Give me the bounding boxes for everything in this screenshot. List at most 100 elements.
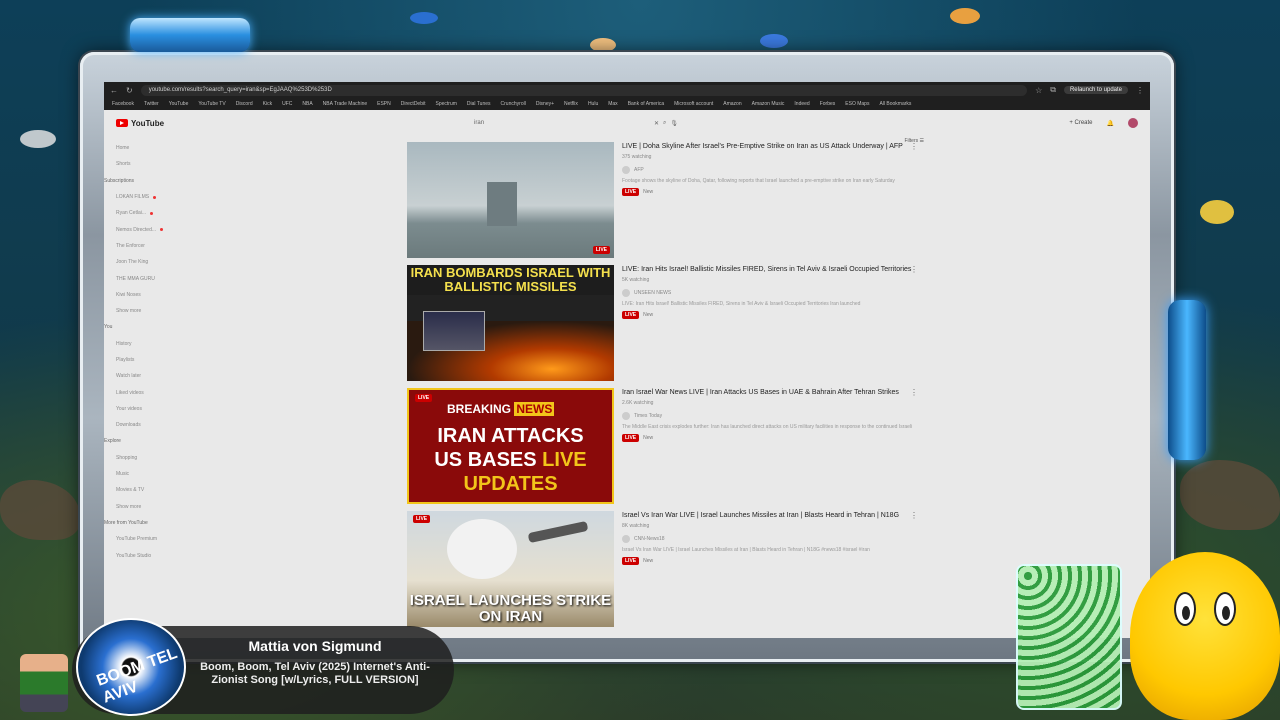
notifications-icon[interactable]: 🔔	[1107, 120, 1114, 127]
bookmark-item[interactable]: NBA Trade Machine	[323, 101, 367, 107]
video-thumbnail[interactable]: LIVE ISRAEL LAUNCHES STRIKE ON IRAN	[407, 511, 614, 627]
mic-icon[interactable]: 🎙	[670, 120, 678, 127]
bookmark-item[interactable]: Discord	[236, 101, 253, 107]
youtube-logo[interactable]: YouTube	[116, 119, 164, 128]
bookmark-item[interactable]: Indeed	[794, 101, 809, 107]
sidebar-item[interactable]: Home	[116, 140, 194, 156]
search-input[interactable]: iran	[474, 120, 650, 126]
sidebar-item[interactable]: Your videos	[116, 401, 194, 417]
channel-link[interactable]: Times Today	[622, 412, 912, 420]
sidebar-item[interactable]: Nemos Directed...	[116, 221, 194, 237]
channel-link[interactable]: CNN-News18	[622, 535, 912, 543]
bookmark-item[interactable]: NBA	[302, 101, 312, 107]
sidebar-item[interactable]: YouTube Studio	[116, 547, 194, 563]
sidebar-section-header[interactable]: Explore	[104, 433, 194, 449]
sidebar-item[interactable]: Playlists	[116, 352, 194, 368]
sidebar-section-header[interactable]: More from YouTube	[104, 515, 194, 531]
sidebar-item[interactable]: Liked videos	[116, 384, 194, 400]
video-title[interactable]: Iran Israel War News LIVE | Iran Attacks…	[622, 388, 912, 398]
bookmark-item[interactable]: UFC	[282, 101, 292, 107]
video-title[interactable]: LIVE | Doha Skyline After Israel's Pre-E…	[622, 142, 912, 152]
bookmark-item[interactable]: Bank of America	[628, 101, 664, 107]
sidebar-item[interactable]: Shopping	[116, 450, 194, 466]
sidebar-item[interactable]: Show more	[116, 303, 194, 319]
video-result[interactable]: LIVE BREAKING NEWS IRAN ATTACKS US BASES…	[407, 388, 927, 504]
video-title[interactable]: Israel Vs Iran War LIVE | Israel Launche…	[622, 511, 912, 521]
sidebar-item[interactable]: Downloads	[116, 417, 194, 433]
video-result[interactable]: LIVE ISRAEL LAUNCHES STRIKE ON IRAN Isra…	[407, 511, 927, 627]
avatar[interactable]	[1128, 118, 1138, 128]
bookmark-item[interactable]: ESO Maps	[845, 101, 869, 107]
sidebar-item-label: History	[116, 340, 132, 347]
bookmark-item[interactable]: Hulu	[588, 101, 598, 107]
sidebar-section-header[interactable]: You	[104, 319, 194, 335]
address-bar[interactable]: youtube.com/results?search_query=iran&sp…	[140, 84, 1028, 96]
live-dot-icon	[153, 195, 157, 199]
sidebar-item[interactable]: Kiwi Noses	[116, 287, 194, 303]
browser-window: ← ↻ youtube.com/results?search_query=ira…	[104, 82, 1150, 638]
bookmark-item[interactable]: Microsoft account	[674, 101, 713, 107]
back-icon[interactable]: ←	[110, 86, 118, 95]
reload-icon[interactable]: ↻	[126, 86, 133, 95]
search-icon[interactable]: ⌕	[663, 120, 666, 127]
sidebar-item-label: The Enforcer	[116, 242, 145, 249]
sidebar-item[interactable]: YouTube Premium	[116, 531, 194, 547]
sidebar-item[interactable]: The Enforcer	[116, 238, 194, 254]
sidebar-item-label: Your videos	[116, 405, 142, 412]
bookmark-item[interactable]: Facebook	[112, 101, 134, 107]
sidebar-item[interactable]: History	[116, 336, 194, 352]
live-dot-icon	[150, 211, 154, 215]
sidebar-section-header[interactable]: Subscriptions	[104, 173, 194, 189]
clear-icon[interactable]: ✕	[654, 120, 659, 127]
create-button[interactable]: + Create	[1069, 120, 1092, 126]
sidebar-item[interactable]: Joon The King	[116, 254, 194, 270]
bookmark-item[interactable]: YouTube TV	[198, 101, 225, 107]
video-thumbnail[interactable]: IRAN BOMBARDS ISRAEL WITH BALLISTIC MISS…	[407, 265, 614, 381]
video-result[interactable]: LIVE LIVE | Doha Skyline After Israel's …	[407, 142, 927, 258]
sidebar-item[interactable]: Shorts	[116, 156, 194, 172]
sidebar-item-label: Explore	[104, 438, 121, 445]
bookmark-item[interactable]: Twitter	[144, 101, 159, 107]
search-box[interactable]: iran ✕ ⌕ 🎙	[468, 116, 684, 130]
bookmark-item[interactable]: Netflix	[564, 101, 578, 107]
video-description: Footage shows the skyline of Doha, Qatar…	[622, 178, 895, 184]
bookmark-item[interactable]: Amazon Music	[752, 101, 785, 107]
video-title[interactable]: LIVE: Iran Hits Israel! Ballistic Missil…	[622, 265, 912, 275]
more-options-icon[interactable]: ⋮	[910, 142, 918, 151]
bookmark-item[interactable]: Spectrum	[436, 101, 457, 107]
relaunch-button[interactable]: Relaunch to update	[1063, 86, 1128, 94]
menu-icon[interactable]: ⋮	[1136, 86, 1144, 95]
video-result[interactable]: IRAN BOMBARDS ISRAEL WITH BALLISTIC MISS…	[407, 265, 927, 381]
inset-image	[423, 311, 485, 351]
bookmark-item[interactable]: All Bookmarks	[879, 101, 911, 107]
sidebar-item-label: Movies & TV	[116, 487, 145, 494]
sidebar-item[interactable]: Music	[116, 466, 194, 482]
bookmark-item[interactable]: Max	[608, 101, 617, 107]
bookmark-item[interactable]: ESPN	[377, 101, 391, 107]
bookmark-item[interactable]: Dial Tunes	[467, 101, 491, 107]
sidebar-item[interactable]: Show more	[116, 499, 194, 515]
sidebar-item-label: YouTube Studio	[116, 552, 152, 559]
bookmark-item[interactable]: Kick	[263, 101, 272, 107]
sidebar-item[interactable]: Watch later	[116, 368, 194, 384]
channel-link[interactable]: UNSEEN NEWS	[622, 289, 912, 297]
more-options-icon[interactable]: ⋮	[910, 511, 918, 520]
more-options-icon[interactable]: ⋮	[910, 265, 918, 274]
star-icon[interactable]: ☆	[1035, 86, 1042, 95]
video-thumbnail[interactable]: LIVE BREAKING NEWS IRAN ATTACKS US BASES…	[407, 388, 614, 504]
sidebar-item[interactable]: Movies & TV	[116, 482, 194, 498]
more-options-icon[interactable]: ⋮	[910, 388, 918, 397]
sidebar-item[interactable]: Ryan Cetlai...	[116, 205, 194, 221]
extensions-icon[interactable]: ⧉	[1050, 85, 1056, 95]
bookmark-item[interactable]: DirectDebit	[401, 101, 426, 107]
video-thumbnail[interactable]: LIVE	[407, 142, 614, 258]
sidebar-item[interactable]: THE MMA GURU	[116, 270, 194, 286]
bookmark-item[interactable]: Disney+	[536, 101, 554, 107]
rock	[0, 480, 80, 540]
bookmark-item[interactable]: YouTube	[169, 101, 189, 107]
bookmark-item[interactable]: Amazon	[723, 101, 741, 107]
channel-link[interactable]: AFP	[622, 166, 912, 174]
sidebar-item[interactable]: LOKAN FILMS	[116, 189, 194, 205]
bookmark-item[interactable]: Crunchyroll	[501, 101, 526, 107]
bookmark-item[interactable]: Forbes	[820, 101, 836, 107]
